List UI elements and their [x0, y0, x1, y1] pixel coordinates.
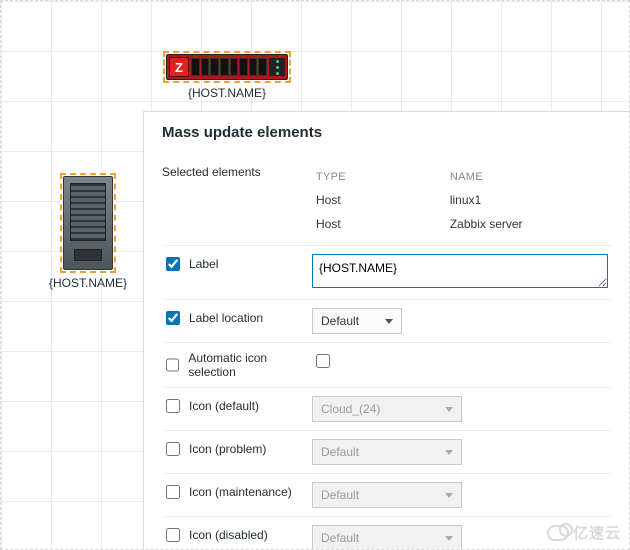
- chevron-down-icon: [445, 450, 453, 455]
- rack-server-icon: Z: [166, 54, 288, 80]
- label-location-field-label: Label location: [189, 311, 263, 325]
- icon-disabled-field-label: Icon (disabled): [189, 528, 268, 542]
- auto-icon-field-label: Automatic icon selection: [188, 351, 312, 379]
- icon-maintenance-field-label: Icon (maintenance): [189, 485, 292, 499]
- icon-maintenance-checkbox[interactable]: [166, 485, 180, 499]
- dialog-title: Mass update elements: [162, 124, 611, 141]
- zabbix-badge-icon: Z: [169, 57, 189, 77]
- label-location-select[interactable]: Default: [312, 308, 402, 334]
- watermark: 亿速云: [547, 522, 621, 543]
- icon-problem-checkbox[interactable]: [166, 442, 180, 456]
- selected-elements-table: TYPE NAME Host linux1 Host Zabbix server: [312, 165, 611, 237]
- selection-box: [60, 173, 116, 273]
- chevron-down-icon: [385, 319, 393, 324]
- label-location-checkbox[interactable]: [166, 311, 180, 325]
- icon-disabled-checkbox[interactable]: [166, 528, 180, 542]
- auto-icon-checkbox[interactable]: [166, 358, 179, 372]
- chevron-down-icon: [445, 493, 453, 498]
- icon-disabled-select[interactable]: Default: [312, 525, 462, 549]
- map-element-tower[interactable]: {HOST.NAME}: [49, 173, 127, 290]
- label-textarea[interactable]: [312, 254, 608, 288]
- label-checkbox[interactable]: [166, 257, 180, 271]
- selection-box: Z: [163, 51, 291, 83]
- label-field-label: Label: [189, 257, 218, 271]
- cloud-icon: [547, 525, 569, 541]
- table-row: Host Zabbix server: [314, 213, 609, 235]
- map-element-label: {HOST.NAME}: [188, 86, 266, 100]
- icon-problem-select[interactable]: Default: [312, 439, 462, 465]
- icon-default-field-label: Icon (default): [189, 399, 259, 413]
- icon-default-select[interactable]: Cloud_(24): [312, 396, 462, 422]
- col-type-header: TYPE: [314, 167, 446, 187]
- map-element-rack[interactable]: Z {HOST.NAME}: [163, 51, 291, 100]
- map-element-label: {HOST.NAME}: [49, 276, 127, 290]
- icon-maintenance-select[interactable]: Default: [312, 482, 462, 508]
- map-canvas[interactable]: Z {HOST.NAME} {HOST.NAME} Mass update el…: [0, 0, 630, 550]
- icon-default-checkbox[interactable]: [166, 399, 180, 413]
- icon-problem-field-label: Icon (problem): [189, 442, 266, 456]
- mass-update-dialog: Mass update elements Selected elements T…: [143, 111, 629, 549]
- selected-elements-label: Selected elements: [162, 165, 312, 179]
- chevron-down-icon: [445, 407, 453, 412]
- chevron-down-icon: [445, 536, 453, 541]
- col-name-header: NAME: [448, 167, 609, 187]
- table-row: Host linux1: [314, 189, 609, 211]
- tower-server-icon: [63, 176, 113, 270]
- auto-icon-value-checkbox[interactable]: [316, 354, 330, 368]
